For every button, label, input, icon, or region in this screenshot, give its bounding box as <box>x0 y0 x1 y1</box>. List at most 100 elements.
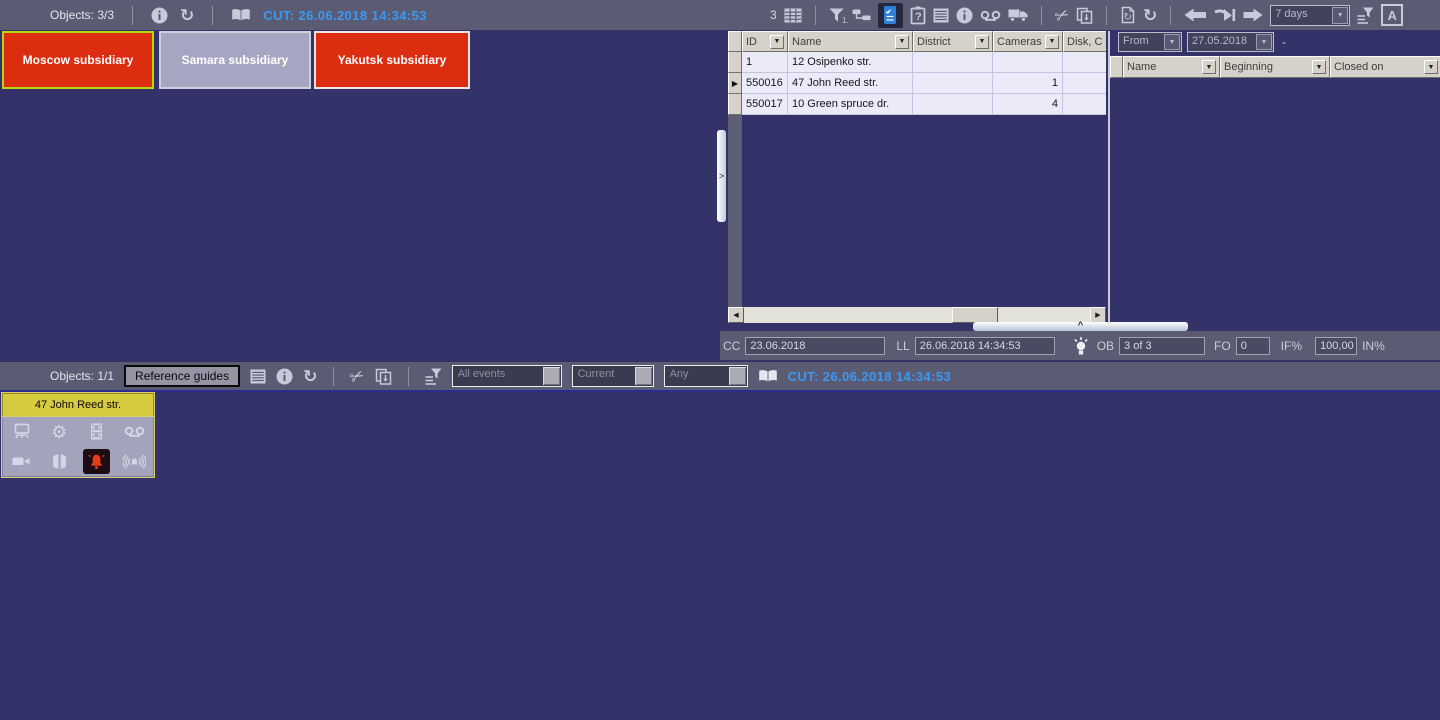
date-select[interactable]: 27.05.2018 ▼ <box>1187 32 1274 52</box>
list-report-icon[interactable] <box>250 369 266 384</box>
nav-forward-icon[interactable] <box>1243 8 1263 22</box>
chevron-down-icon[interactable]: ▼ <box>975 34 989 49</box>
chevron-down-icon[interactable]: ▼ <box>895 34 909 49</box>
refresh-icon[interactable]: ↻ <box>303 368 317 385</box>
gear-icon[interactable]: ⚙ <box>51 423 67 441</box>
fo-label: FO <box>1214 338 1231 353</box>
object-card-actions: ⚙ <box>2 417 154 477</box>
info-icon[interactable] <box>276 368 293 385</box>
ob-field: 3 of 3 <box>1119 336 1206 355</box>
film-archive-icon[interactable] <box>90 423 103 440</box>
cell-name: 10 Green spruce dr. <box>788 94 913 115</box>
chevron-down-icon[interactable]: ▼ <box>1424 60 1438 74</box>
sort-filter-icon[interactable] <box>1357 7 1374 24</box>
filter-funnel-icon[interactable]: 1. <box>829 8 849 25</box>
scroll-left-icon[interactable]: ◀ <box>728 307 744 323</box>
nav-to-end-icon[interactable] <box>1214 8 1236 22</box>
table-row[interactable]: 550017 10 Green spruce dr. 4 <box>728 94 1106 115</box>
separator <box>333 366 335 386</box>
video-camera-icon[interactable] <box>12 455 31 467</box>
refresh-icon[interactable]: ↻ <box>180 7 194 24</box>
reference-guides-button[interactable]: Reference guides <box>124 365 241 387</box>
column-header-district[interactable]: District ▼ <box>913 31 993 52</box>
dropdown-button[interactable] <box>634 367 652 385</box>
lamp-icon[interactable] <box>1070 336 1092 356</box>
book-icon[interactable] <box>758 369 778 383</box>
any-filter-select[interactable]: Any <box>663 365 748 387</box>
ll-label: LL <box>896 338 910 353</box>
network-monitor-icon[interactable] <box>13 423 31 440</box>
voicemail-icon[interactable] <box>124 426 145 438</box>
subsidiary-button-samara[interactable]: Samara subsidiary <box>159 31 311 89</box>
info-icon[interactable] <box>151 7 168 24</box>
scroll-right-icon[interactable]: ▶ <box>1090 307 1106 323</box>
letter-a-icon[interactable]: A <box>1381 4 1404 26</box>
cell-name: 12 Osipenko str. <box>788 52 913 73</box>
copy-icon[interactable] <box>1076 7 1093 24</box>
filter-column-name[interactable]: Name ▼ <box>1123 56 1220 78</box>
svg-text:?: ? <box>915 11 922 23</box>
from-select[interactable]: From ▼ <box>1118 32 1182 52</box>
cc-label: CC <box>723 338 741 353</box>
table-row[interactable]: 1 12 Osipenko str. <box>728 52 1106 73</box>
in-label: IN% <box>1362 338 1385 353</box>
table-horizontal-scrollbar[interactable]: ◀ ▶ <box>728 307 1106 323</box>
column-header-name[interactable]: Name ▼ <box>788 31 913 52</box>
alarm-bell-icon-active[interactable] <box>83 448 111 474</box>
separator <box>1040 5 1042 25</box>
clipboard-help-icon[interactable]: ? <box>910 6 926 25</box>
chevron-down-icon[interactable]: ▼ <box>770 34 784 49</box>
indicator-header-cell <box>728 31 742 52</box>
dropdown-button[interactable] <box>728 367 746 385</box>
column-header-disk[interactable]: Disk, C <box>1063 31 1106 52</box>
truck-icon[interactable] <box>1008 8 1028 22</box>
filter-panel: From ▼ 27.05.2018 ▼ - Name ▼ Beginning ▼… <box>1108 31 1440 323</box>
objects-table: ID ▼ Name ▼ District ▼ Cameras ▼ Disk, C… <box>728 31 1106 323</box>
nav-back-icon[interactable] <box>1184 8 1207 22</box>
voicemail-icon[interactable] <box>980 10 1001 21</box>
column-header-id[interactable]: ID ▼ <box>742 31 788 52</box>
horizontal-splitter[interactable]: ^ <box>973 320 1188 331</box>
cell-district <box>913 94 993 115</box>
filter-column-beginning[interactable]: Beginning ▼ <box>1220 56 1330 78</box>
period-select[interactable]: 7 days ▼ <box>1270 4 1351 26</box>
subsidiary-button-moscow[interactable]: Moscow subsidiary <box>2 31 154 89</box>
if-field: 100,00 <box>1315 336 1358 355</box>
funnel-badge: 1. <box>842 15 849 25</box>
table-grid-icon[interactable] <box>784 8 802 23</box>
door-icon[interactable] <box>52 453 67 470</box>
record-count: 3 <box>770 8 777 22</box>
cell-id: 1 <box>742 52 788 73</box>
dropdown-button[interactable] <box>542 367 560 385</box>
scissors-icon[interactable]: ✂ <box>1051 3 1072 26</box>
vertical-splitter[interactable]: > <box>717 130 726 222</box>
chevron-down-icon[interactable]: ▼ <box>1164 34 1180 50</box>
scrollbar-thumb[interactable] <box>952 307 998 323</box>
info-icon[interactable] <box>956 7 973 24</box>
report-document-icon-active[interactable] <box>877 2 903 28</box>
chevron-down-icon[interactable]: ▼ <box>1045 34 1059 49</box>
refresh-icon[interactable]: ↻ <box>1143 7 1157 24</box>
chevron-down-icon[interactable]: ▼ <box>1332 6 1349 24</box>
chevron-down-icon[interactable]: ▼ <box>1256 34 1272 50</box>
collapse-up-icon: ^ <box>1077 320 1084 330</box>
top-right-toolbar: 3 1. ? ✂ ↻ ↻ 7 days ▼ A <box>720 0 1440 30</box>
separator <box>1105 5 1107 25</box>
table-row-selected[interactable]: ▶ 550016 47 John Reed str. 1 <box>728 73 1106 94</box>
subsidiary-button-yakutsk[interactable]: Yakutsk subsidiary <box>314 31 470 89</box>
flowchart-icon[interactable] <box>852 9 871 21</box>
book-icon[interactable] <box>231 8 251 22</box>
events-filter-select[interactable]: All events <box>451 365 562 387</box>
list-report-icon[interactable] <box>933 8 949 23</box>
broadcast-speaker-icon[interactable] <box>122 454 146 469</box>
filter-column-closed-on[interactable]: Closed on ▼ <box>1330 56 1440 78</box>
sort-filter-icon[interactable] <box>425 368 442 385</box>
chevron-down-icon[interactable]: ▼ <box>1312 60 1326 74</box>
copy-icon[interactable] <box>375 368 392 385</box>
document-refresh-icon[interactable]: ↻ <box>1120 6 1136 24</box>
column-header-cameras[interactable]: Cameras ▼ <box>993 31 1063 52</box>
object-card-title[interactable]: 47 John Reed str. <box>2 393 154 417</box>
current-filter-select[interactable]: Current <box>571 365 654 387</box>
scissors-icon[interactable]: ✂ <box>347 364 368 387</box>
chevron-down-icon[interactable]: ▼ <box>1202 60 1216 74</box>
